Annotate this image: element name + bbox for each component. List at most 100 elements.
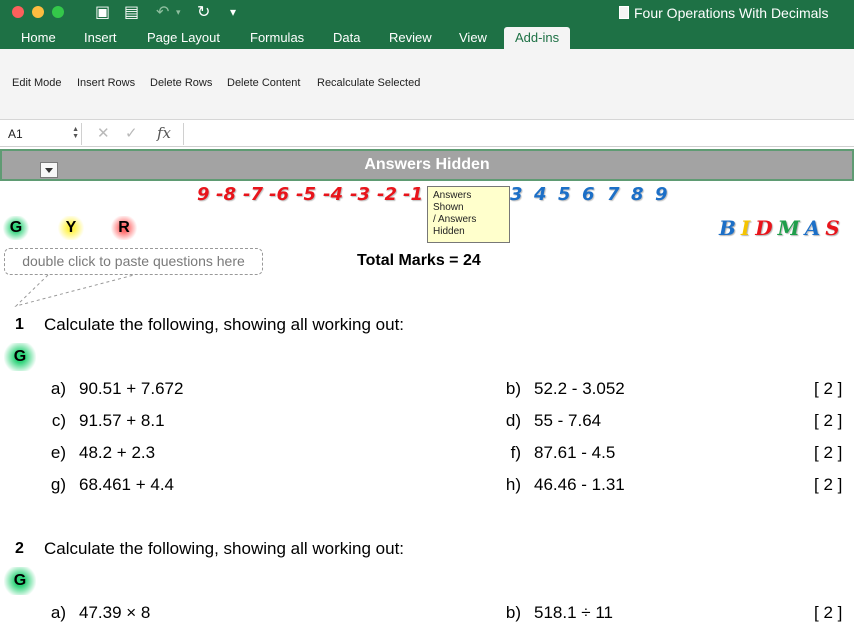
tab-home[interactable]: Home bbox=[10, 27, 67, 49]
name-box-stepper-icon[interactable]: ▲ ▼ bbox=[72, 126, 79, 140]
part-expression: 68.461 + 4.4 bbox=[79, 475, 175, 494]
green-level-badge: G bbox=[4, 567, 36, 595]
part-label: h) bbox=[505, 475, 521, 494]
number-line-item: 9 bbox=[655, 184, 668, 205]
number-line-item: -2 bbox=[377, 184, 397, 205]
marks-label: [ 2 ] bbox=[814, 475, 843, 494]
undo-dropdown-icon[interactable]: ▾ bbox=[176, 8, 181, 18]
number-line-item: 6 bbox=[582, 184, 595, 205]
delete-content-button[interactable]: Delete Content bbox=[227, 77, 300, 89]
part-label: f) bbox=[510, 443, 521, 462]
green-level-badge[interactable]: G bbox=[3, 216, 29, 240]
tooltip-line: / Answers bbox=[433, 214, 477, 225]
part-expression: 90.51 + 7.672 bbox=[79, 379, 184, 398]
tab-formulas[interactable]: Formulas bbox=[239, 27, 315, 49]
bidmas-letter: M bbox=[777, 216, 805, 240]
green-level-badge: G bbox=[4, 343, 36, 371]
number-line-item: 4 bbox=[534, 184, 547, 205]
paste-questions-box[interactable]: double click to paste questions here bbox=[4, 248, 263, 275]
number-line-item: 5 bbox=[558, 184, 571, 205]
enter-icon[interactable]: ✓ bbox=[125, 124, 138, 142]
question-text: Calculate the following, showing all wor… bbox=[44, 315, 405, 334]
tab-data[interactable]: Data bbox=[322, 27, 371, 49]
part-expression: 46.46 - 1.31 bbox=[534, 475, 625, 494]
redo-icon[interactable]: ↻ bbox=[197, 2, 210, 21]
question-number: 1 bbox=[15, 316, 24, 333]
bidmas-letter: D bbox=[755, 216, 778, 240]
marks-label: [ 2 ] bbox=[814, 443, 843, 462]
part-label: a) bbox=[50, 379, 66, 398]
bidmas-letter: S bbox=[825, 216, 845, 240]
edit-mode-button[interactable]: Edit Mode bbox=[12, 77, 62, 89]
question-text: Calculate the following, showing all wor… bbox=[44, 539, 405, 558]
tooltip-line: Hidden bbox=[433, 226, 465, 237]
cell-reference: A1 bbox=[8, 127, 23, 141]
part-expression: 55 - 7.64 bbox=[534, 411, 602, 430]
number-line-item: -1 bbox=[403, 184, 423, 205]
answers-status-title: Answers Hidden bbox=[364, 156, 490, 173]
formula-bar: A1 ▲ ▼ ✕ ✓ fx bbox=[0, 121, 854, 147]
undo-icon[interactable]: ↶ bbox=[156, 2, 169, 21]
number-line-item: -6 bbox=[269, 184, 289, 205]
part-label: a) bbox=[50, 603, 66, 622]
part-label: e) bbox=[50, 443, 66, 462]
minimize-window-button[interactable] bbox=[32, 6, 44, 18]
zoom-window-button[interactable] bbox=[52, 6, 64, 18]
recalculate-selected-button[interactable]: Recalculate Selected bbox=[317, 77, 420, 89]
name-box[interactable]: A1 ▲ ▼ bbox=[4, 123, 82, 145]
delete-rows-button[interactable]: Delete Rows bbox=[150, 77, 212, 89]
part-expression: 47.39 × 8 bbox=[79, 603, 151, 622]
total-marks: Total Marks = 24 bbox=[357, 252, 481, 269]
tab-page-layout[interactable]: Page Layout bbox=[136, 27, 231, 49]
title-bar: ▣ ▤ ↶ ▾ ↻ ▾ Four Operations With Decimal… bbox=[0, 0, 854, 49]
answers-toggle-bar[interactable]: Answers Hidden bbox=[0, 149, 854, 181]
number-line-item: -3 bbox=[350, 184, 370, 205]
part-label: g) bbox=[50, 475, 66, 494]
marks-label: [ 2 ] bbox=[814, 411, 843, 430]
question-number: 2 bbox=[15, 540, 24, 557]
red-level-badge[interactable]: R bbox=[111, 216, 137, 240]
answers-tooltip: Answers Shown / Answers Hidden bbox=[427, 186, 510, 243]
bidmas-logo: BIDMAS bbox=[719, 216, 845, 240]
part-expression: 518.1 ÷ 11 bbox=[534, 603, 613, 622]
bidmas-letter: B bbox=[719, 216, 741, 240]
marks-label: [ 2 ] bbox=[814, 379, 843, 398]
number-line-item: 8 bbox=[631, 184, 644, 205]
number-line-item: -7 bbox=[243, 184, 263, 205]
number-line-item: -4 bbox=[323, 184, 343, 205]
new-document-icon[interactable]: ▣ bbox=[95, 2, 110, 21]
ribbon: Edit Mode Insert Rows Delete Rows Delete… bbox=[0, 49, 854, 120]
part-expression: 91.57 + 8.1 bbox=[79, 411, 165, 430]
tab-review[interactable]: Review bbox=[378, 27, 443, 49]
part-expression: 87.61 - 4.5 bbox=[534, 443, 616, 462]
part-label: d) bbox=[505, 411, 521, 430]
formula-divider bbox=[183, 123, 184, 145]
bidmas-letter: I bbox=[740, 216, 756, 240]
save-icon[interactable]: ▤ bbox=[124, 2, 139, 21]
part-expression: 48.2 + 2.3 bbox=[79, 443, 156, 462]
tab-insert[interactable]: Insert bbox=[73, 27, 128, 49]
number-line-item: -8 bbox=[216, 184, 236, 205]
insert-function-icon[interactable]: fx bbox=[157, 124, 171, 142]
cancel-icon[interactable]: ✕ bbox=[97, 124, 110, 142]
tab-view[interactable]: View bbox=[448, 27, 498, 49]
callout-pointer bbox=[14, 274, 135, 307]
number-line-item: 7 bbox=[607, 184, 620, 205]
insert-rows-button[interactable]: Insert Rows bbox=[77, 77, 135, 89]
marks-label: [ 2 ] bbox=[814, 603, 843, 622]
window-title: Four Operations With Decimals bbox=[634, 5, 829, 21]
filter-dropdown-icon[interactable] bbox=[40, 162, 58, 178]
yellow-level-badge[interactable]: Y bbox=[58, 216, 84, 240]
number-line-item: 3 bbox=[510, 184, 523, 205]
part-label: c) bbox=[51, 411, 66, 430]
part-expression: 52.2 - 3.052 bbox=[534, 379, 625, 398]
number-line-item: -5 bbox=[296, 184, 316, 205]
ribbon-tabs: Home Insert Page Layout Formulas Data Re… bbox=[0, 27, 854, 49]
part-label: b) bbox=[505, 603, 521, 622]
customize-toolbar-icon[interactable]: ▾ bbox=[230, 5, 236, 19]
tab-add-ins[interactable]: Add-ins bbox=[504, 27, 571, 49]
number-line-item: 9 bbox=[197, 184, 210, 205]
close-window-button[interactable] bbox=[12, 6, 24, 18]
tooltip-line: Answers Shown bbox=[433, 190, 472, 213]
part-label: b) bbox=[505, 379, 521, 398]
